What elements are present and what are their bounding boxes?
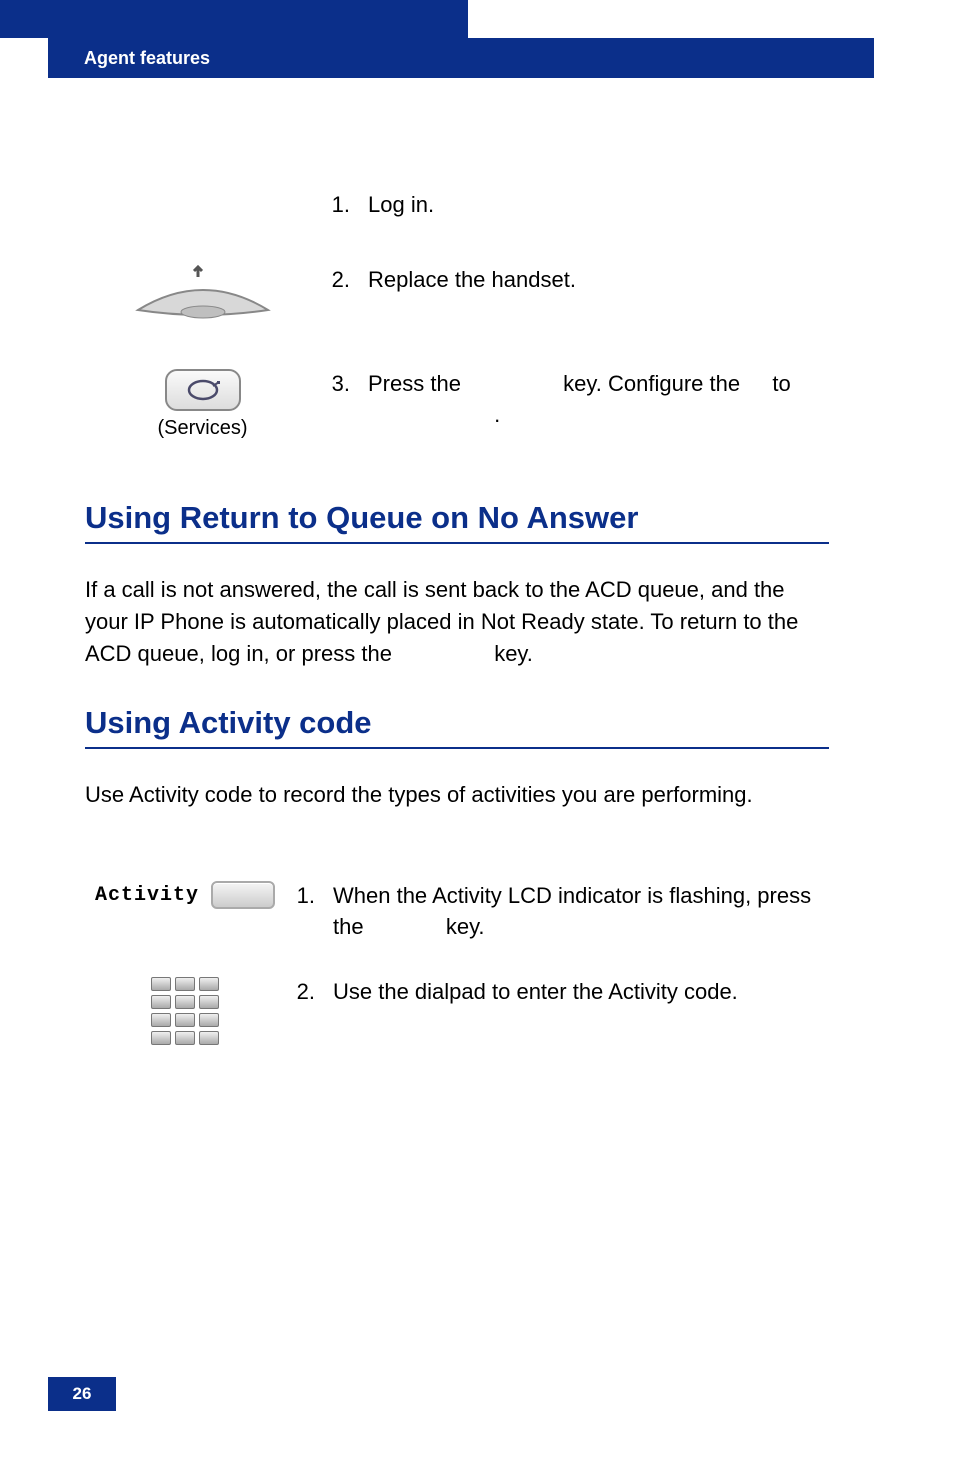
paragraph: Use Activity code to record the types of…	[85, 779, 829, 811]
activity-softkey-icon: Activity	[85, 881, 285, 909]
softkey-icon	[211, 881, 275, 909]
activity-key-label: Activity	[95, 884, 199, 907]
step-body: Log in.	[368, 190, 434, 221]
handset-icon	[85, 265, 320, 325]
step-number: 2.	[285, 977, 333, 1008]
step-text: 2. Replace the handset.	[320, 265, 829, 296]
step-row: (Services) 3. Press the key. Configure t…	[85, 369, 829, 440]
step-number: 1.	[320, 190, 368, 221]
step-body: When the Activity LCD indicator is flash…	[333, 881, 829, 943]
page-header: Agent features	[48, 38, 874, 78]
step-row: 2. Use the dialpad to enter the Activity…	[85, 977, 829, 1045]
step-body: Press the key. Configure the to .	[368, 369, 791, 431]
step-row: 2. Replace the handset.	[85, 265, 829, 325]
step-text: 1. Log in.	[320, 190, 829, 221]
step-row: Activity 1. When the Activity LCD indica…	[85, 881, 829, 943]
page-content: 1. Log in. 2. Replace the handset.	[85, 190, 829, 1089]
services-key-label: (Services)	[157, 417, 247, 440]
step-body: Use the dialpad to enter the Activity co…	[333, 977, 738, 1008]
dialpad-icon	[85, 977, 285, 1045]
step-text: 2. Use the dialpad to enter the Activity…	[285, 977, 829, 1008]
step-row: 1. Log in.	[85, 190, 829, 221]
step-body: Replace the handset.	[368, 265, 576, 296]
step-number: 2.	[320, 265, 368, 296]
page-number: 26	[48, 1377, 116, 1411]
step-text: 1. When the Activity LCD indicator is fl…	[285, 881, 829, 943]
header-title: Agent features	[84, 48, 210, 69]
services-key-icon: (Services)	[85, 369, 320, 440]
heading-activity-code: Using Activity code	[85, 705, 829, 749]
step-number: 3.	[320, 369, 368, 431]
step-text: 3. Press the key. Configure the to .	[320, 369, 829, 431]
top-accent-bar	[0, 0, 468, 38]
heading-return-to-queue: Using Return to Queue on No Answer	[85, 500, 829, 544]
step-number: 1.	[285, 881, 333, 943]
paragraph: If a call is not answered, the call is s…	[85, 574, 829, 670]
